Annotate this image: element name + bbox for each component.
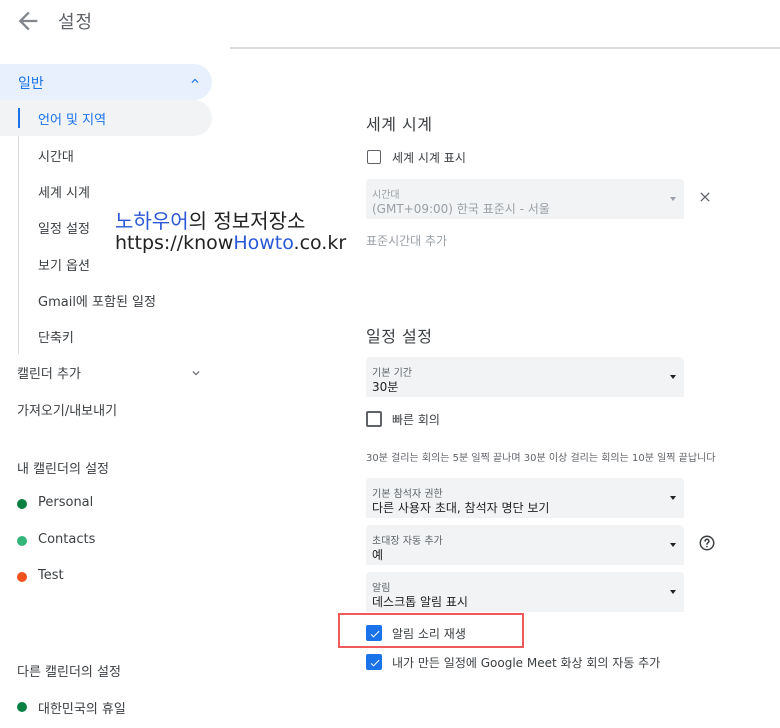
page-title: 설정 xyxy=(58,12,94,33)
sidebar-item-event-settings[interactable]: 일정 설정 xyxy=(38,218,90,237)
help-icon[interactable] xyxy=(698,534,716,552)
watermark-line-1: 노하우어의 정보저장소 xyxy=(115,209,306,233)
field-label: 기본 기간 xyxy=(372,368,412,379)
sidebar-item-world-clock[interactable]: 세계 시계 xyxy=(38,182,90,201)
world-clock-timezone-select[interactable]: 시간대 (GMT+09:00) 한국 표준시 - 서울 xyxy=(366,179,684,219)
settings-header: 설정 xyxy=(0,0,780,44)
chevron-down-icon[interactable] xyxy=(189,366,203,380)
checkmark-icon xyxy=(370,659,380,667)
calendar-item-contacts[interactable]: Contacts xyxy=(38,532,95,547)
calendar-color-dot xyxy=(17,572,27,582)
world-clock-heading: 세계 시계 xyxy=(366,115,433,134)
field-label: 시간대 xyxy=(372,190,400,201)
speedy-meetings-checkbox[interactable] xyxy=(366,411,382,427)
dropdown-arrow-icon xyxy=(670,375,676,379)
dropdown-arrow-icon xyxy=(670,543,676,547)
field-value: 30분 xyxy=(372,380,399,394)
event-settings-heading: 일정 설정 xyxy=(366,327,433,346)
guest-permissions-select[interactable]: 기본 참석자 권한 다른 사용자 초대, 참석자 명단 보기 xyxy=(366,478,684,518)
sidebar-item-gmail-events[interactable]: Gmail에 포함된 일정 xyxy=(38,291,156,310)
auto-add-invitations-select[interactable]: 초대장 자동 추가 예 xyxy=(366,525,684,565)
sidebar-item-import-export[interactable]: 가져오기/내보내기 xyxy=(17,400,117,419)
dropdown-arrow-icon xyxy=(670,197,676,201)
dropdown-arrow-icon xyxy=(670,496,676,500)
sidebar-item-timezone[interactable]: 시간대 xyxy=(38,146,74,165)
sidebar-item-label: 언어 및 지역 xyxy=(38,113,107,128)
calendar-color-dot xyxy=(17,499,27,509)
speedy-meetings-note: 30분 걸리는 회의는 5분 일찍 끝나며 30분 이상 걸리는 회의는 10분… xyxy=(366,453,716,464)
sidebar-item-add-calendar[interactable]: 캘린더 추가 xyxy=(17,363,81,382)
highlight-box xyxy=(338,613,524,648)
field-value: 데스크톱 알림 표시 xyxy=(372,595,468,609)
back-arrow-icon[interactable] xyxy=(14,7,42,35)
field-value: (GMT+09:00) 한국 표준시 - 서울 xyxy=(372,202,550,216)
speedy-meetings-label: 빠른 회의 xyxy=(392,413,440,427)
field-value: 예 xyxy=(372,548,384,562)
field-label: 초대장 자동 추가 xyxy=(372,536,443,547)
sidebar-item-general[interactable]: 일반 xyxy=(0,64,212,100)
dropdown-arrow-icon xyxy=(670,590,676,594)
my-calendars-heading: 내 캘린더의 설정 xyxy=(17,462,109,477)
submenu-guide-line xyxy=(18,136,19,354)
field-label: 알림 xyxy=(372,583,391,594)
field-label: 기본 참석자 권한 xyxy=(372,489,443,500)
calendar-item-test[interactable]: Test xyxy=(38,568,64,583)
watermark-line-2: https://knowHowto.co.kr xyxy=(115,232,347,254)
auto-add-meet-label: 내가 만든 일정에 Google Meet 화상 회의 자동 추가 xyxy=(392,656,661,670)
calendar-color-dot xyxy=(17,536,27,546)
sidebar-item-label: 일반 xyxy=(18,76,44,92)
calendar-item-personal[interactable]: Personal xyxy=(38,495,93,510)
sidebar-item-shortcuts[interactable]: 단축키 xyxy=(38,327,74,346)
default-duration-select[interactable]: 기본 기간 30분 xyxy=(366,357,684,397)
header-divider xyxy=(230,47,780,49)
show-world-clock-checkbox[interactable] xyxy=(367,150,381,164)
sidebar-item-view-options[interactable]: 보기 옵션 xyxy=(38,255,90,274)
sidebar-item-language-region[interactable]: 언어 및 지역 xyxy=(0,100,212,136)
auto-add-meet-checkbox[interactable] xyxy=(366,654,382,670)
active-indicator xyxy=(18,108,20,128)
calendar-color-dot xyxy=(17,702,27,712)
add-timezone-link[interactable]: 표준시간대 추가 xyxy=(366,232,447,249)
chevron-up-icon[interactable] xyxy=(188,74,202,88)
field-value: 다른 사용자 초대, 참석자 명단 보기 xyxy=(372,501,550,515)
notifications-select[interactable]: 알림 데스크톱 알림 표시 xyxy=(366,572,684,612)
close-icon[interactable] xyxy=(697,189,713,205)
other-calendars-heading: 다른 캘린더의 설정 xyxy=(17,665,121,680)
show-world-clock-label: 세계 시계 표시 xyxy=(392,151,466,165)
calendar-item-korean-holidays[interactable]: 대한민국의 휴일 xyxy=(38,698,126,717)
